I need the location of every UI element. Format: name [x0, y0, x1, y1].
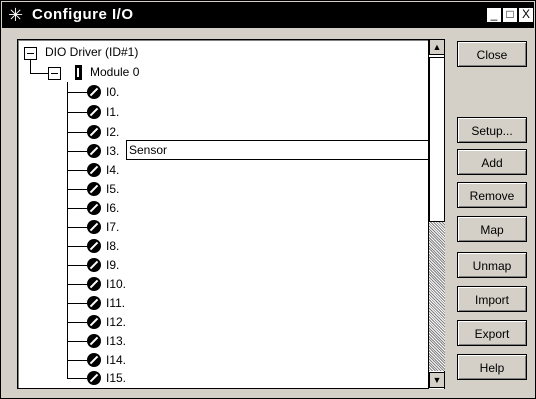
io-point-icon: [87, 258, 101, 272]
tree-connector: [67, 360, 87, 361]
io-point-icon: [87, 105, 101, 119]
add-button[interactable]: Add: [457, 149, 527, 175]
collapse-icon[interactable]: [24, 47, 37, 60]
tree-connector: [67, 92, 87, 93]
io-point-icon: [87, 353, 101, 367]
scroll-down-arrow-icon[interactable]: ▼: [429, 372, 445, 388]
tree-connector: [67, 378, 87, 379]
io-point-icon: [87, 334, 101, 348]
io-point-icon: [87, 163, 101, 177]
tree-item-i2[interactable]: I2.: [106, 123, 119, 141]
scroll-thumb[interactable]: [429, 57, 445, 222]
minimize-button[interactable]: _: [486, 7, 502, 23]
titlebar: ✳ Configure I/O _ □ X: [2, 2, 534, 28]
scroll-up-arrow-icon[interactable]: ▲: [429, 39, 445, 55]
collapse-icon[interactable]: [48, 67, 61, 80]
unmap-button[interactable]: Unmap: [457, 252, 527, 278]
tree-item-i3[interactable]: I3.: [106, 142, 119, 160]
tree-connector: [67, 284, 87, 285]
tree-item-i14[interactable]: I14.: [106, 351, 126, 369]
tree-item-i15[interactable]: I15.: [106, 369, 126, 387]
io-point-icon: [87, 125, 101, 139]
module-icon: [75, 65, 82, 80]
close-window-button[interactable]: X: [518, 7, 534, 23]
io-point-icon: [87, 239, 101, 253]
item-name-edit-field[interactable]: [126, 140, 429, 160]
tree-connector: [67, 227, 87, 228]
tree-item-i12[interactable]: I12.: [106, 313, 126, 331]
tree-item-i0[interactable]: I0.: [106, 83, 119, 101]
setup-button[interactable]: Setup...: [457, 117, 527, 143]
tree-connector: [67, 151, 87, 152]
tree-item-i1[interactable]: I1.: [106, 103, 119, 121]
tree-connector: [67, 303, 87, 304]
window-title: Configure I/O: [32, 6, 134, 23]
tree-item-i7[interactable]: I7.: [106, 218, 119, 236]
tree-scrollbar[interactable]: ▲ ▼: [428, 39, 445, 389]
tree-connector: [67, 189, 87, 190]
io-point-icon: [87, 220, 101, 234]
tree-connector: [67, 265, 87, 266]
import-button[interactable]: Import: [457, 286, 527, 312]
io-point-icon: [87, 201, 101, 215]
io-point-icon: [87, 296, 101, 310]
tree-item-i6[interactable]: I6.: [106, 199, 119, 217]
tree-connector: [67, 322, 87, 323]
tree-item-i4[interactable]: I4.: [106, 161, 119, 179]
tree-connector: [67, 82, 68, 378]
tree-connector: [67, 246, 87, 247]
export-button[interactable]: Export: [457, 320, 527, 346]
io-point-icon: [87, 371, 101, 385]
io-tree[interactable]: DIO Driver (ID#1) Module 0 I0. I1. I2. I…: [17, 39, 445, 389]
tree-connector: [67, 170, 87, 171]
io-point-icon: [87, 182, 101, 196]
tree-item-i9[interactable]: I9.: [106, 256, 119, 274]
close-button[interactable]: Close: [457, 41, 527, 67]
io-point-icon: [87, 144, 101, 158]
configure-io-icon: ✳: [8, 5, 24, 25]
tree-connector: [67, 208, 87, 209]
tree-root-label[interactable]: DIO Driver (ID#1): [45, 43, 138, 61]
tree-item-i10[interactable]: I10.: [106, 275, 126, 293]
remove-button[interactable]: Remove: [457, 182, 527, 208]
io-point-icon: [87, 315, 101, 329]
help-button[interactable]: Help: [457, 354, 527, 380]
tree-connector: [67, 112, 87, 113]
tree-item-i11[interactable]: I11.: [106, 294, 125, 312]
tree-connector: [67, 341, 87, 342]
tree-item-i8[interactable]: I8.: [106, 237, 119, 255]
io-point-icon: [87, 85, 101, 99]
maximize-button[interactable]: □: [502, 7, 518, 23]
tree-item-i13[interactable]: I13.: [106, 332, 126, 350]
io-point-icon: [87, 277, 101, 291]
tree-connector: [30, 60, 31, 74]
tree-item-i5[interactable]: I5.: [106, 180, 119, 198]
tree-connector: [67, 132, 87, 133]
configure-io-window: ✳ Configure I/O _ □ X DIO Driver (ID#1) …: [0, 0, 536, 399]
module-label[interactable]: Module 0: [90, 63, 139, 81]
map-button[interactable]: Map: [457, 216, 527, 242]
